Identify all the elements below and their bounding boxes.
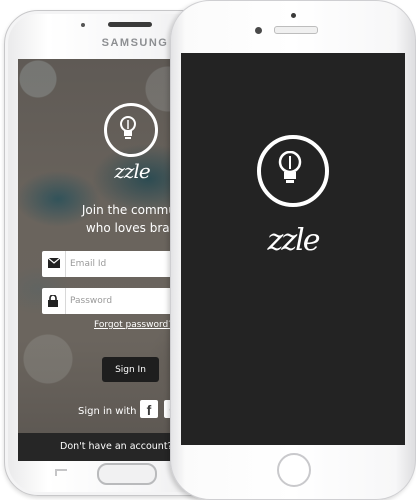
sign-in-with-label: Sign in with (78, 406, 137, 417)
iphone: zzle (170, 0, 416, 500)
android-earpiece (108, 22, 152, 27)
app-logo (257, 135, 329, 207)
iphone-home-button (277, 453, 311, 487)
iphone-earpiece (274, 26, 318, 34)
lightbulb-icon (120, 116, 136, 139)
lightbulb-icon (278, 151, 302, 183)
android-home-button (97, 463, 157, 485)
iphone-front-camera (255, 27, 262, 34)
iphone-splash-screen: zzle (181, 53, 405, 445)
android-sensor (81, 23, 85, 27)
lock-icon (42, 288, 66, 314)
app-logo-wordmark: zzle (267, 223, 321, 258)
app-logo (104, 103, 158, 157)
envelope-icon (42, 251, 66, 277)
signup-prompt[interactable]: Don't have an account? S (60, 433, 182, 461)
iphone-sensor (291, 13, 296, 18)
app-logo-wordmark: zzle (114, 159, 150, 183)
android-brand-label: SAMSUNG (101, 37, 169, 49)
android-back-key (55, 469, 67, 476)
facebook-icon[interactable]: f (140, 400, 158, 418)
sign-in-button[interactable]: Sign In (102, 357, 159, 382)
forgot-password-link[interactable]: Forgot password? (94, 320, 173, 330)
